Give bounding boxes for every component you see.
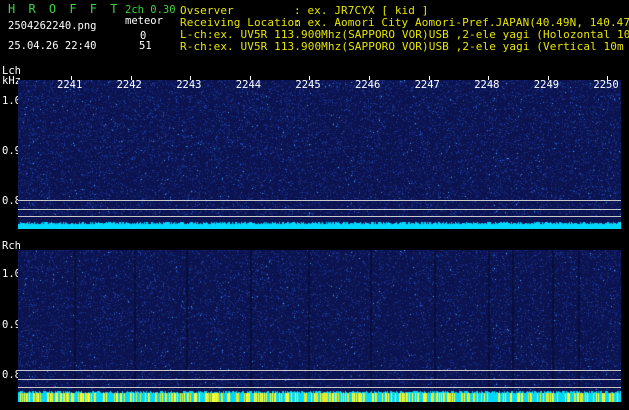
- rch-reference-line: [18, 387, 621, 388]
- rch-spectrogram: [18, 250, 621, 402]
- time-tick-mark: [71, 76, 72, 80]
- datetime-label: 25.04.26 22:40: [8, 40, 97, 52]
- time-tick-label: 2247: [414, 79, 440, 91]
- lch-reference-line: [18, 209, 621, 210]
- time-tick-mark: [369, 76, 370, 80]
- time-tick-mark: [249, 76, 251, 80]
- time-tick-label: 2250: [593, 79, 619, 91]
- time-tick-mark: [190, 76, 192, 80]
- location-label: Receiving Location: [180, 16, 302, 29]
- hrofft-window: H R O F F T 2504262240.png 25.04.26 22:4…: [0, 0, 629, 410]
- lch-reference-line: [18, 216, 621, 217]
- lch-reference-line: [18, 200, 621, 201]
- time-tick-label: 2248: [474, 79, 500, 91]
- mode-label: 2ch 0.30: [125, 4, 176, 16]
- time-tick-mark: [607, 76, 609, 80]
- lch-spectrogram: [18, 80, 621, 229]
- time-tick-mark: [130, 76, 132, 80]
- rch-description: R-ch:ex. UV5R 113.900Mhz(SAPPORO VOR)USB…: [180, 40, 629, 53]
- time-tick-mark: [309, 76, 311, 80]
- observer-label: Ovserver: [180, 4, 234, 17]
- time-tick-label: 2249: [533, 79, 560, 91]
- time-tick-mark: [428, 76, 430, 80]
- rch-reference-line: [18, 370, 621, 371]
- time-tick-label: 2242: [116, 79, 142, 91]
- location-value: : ex. Aomori City Aomori-Pref.JAPAN(40.4…: [294, 16, 629, 29]
- filename-label: 2504262240.png: [8, 20, 97, 32]
- time-tick-label: 2246: [355, 79, 381, 91]
- meteor-label: meteor: [125, 15, 163, 27]
- app-title: H R O F F T: [8, 2, 121, 16]
- observer-value: : ex. JR7CYX [ kid ]: [294, 4, 429, 17]
- time-tick-mark: [488, 76, 490, 80]
- time-tick-label: 2245: [295, 79, 321, 91]
- rch-meteor-count: 51: [139, 40, 152, 52]
- time-tick-label: 2241: [57, 79, 83, 91]
- time-tick-label: 2244: [235, 79, 262, 91]
- lch-description: L-ch:ex. UV5R 113.900Mhz(SAPPORO VOR)USB…: [180, 28, 629, 41]
- time-tick-mark: [547, 76, 549, 80]
- lch-spectrogram-canvas: [18, 80, 621, 229]
- rch-reference-line: [18, 379, 621, 380]
- time-tick-label: 2243: [176, 79, 202, 91]
